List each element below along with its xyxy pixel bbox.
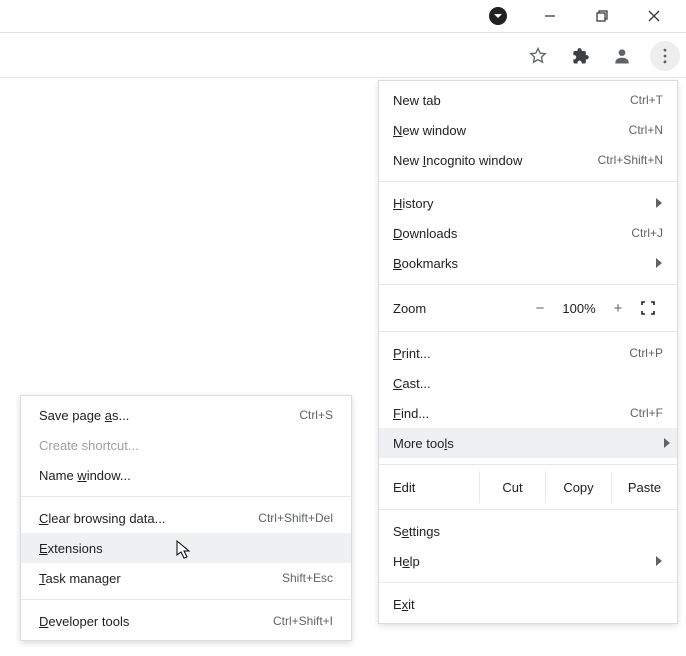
menu-separator	[379, 509, 677, 510]
menu-item-label: Extensions	[39, 541, 333, 556]
zoom-out-button[interactable]: −	[525, 295, 555, 321]
submenu-extensions[interactable]: Extensions	[21, 533, 351, 563]
menu-cast[interactable]: Cast...	[379, 368, 677, 398]
submenu-arrow-icon	[655, 256, 663, 271]
edit-cut-button[interactable]: Cut	[479, 471, 545, 503]
menu-separator	[379, 331, 677, 332]
edit-label: Edit	[379, 480, 479, 495]
menu-separator	[379, 181, 677, 182]
menu-item-label: Help	[393, 554, 647, 569]
submenu-name-window[interactable]: Name window...	[21, 460, 351, 490]
zoom-label: Zoom	[393, 301, 525, 316]
profile-avatar-icon[interactable]	[608, 42, 636, 70]
menu-zoom-row: Zoom − 100% +	[379, 291, 677, 325]
menu-new-tab[interactable]: New tab Ctrl+T	[379, 85, 677, 115]
minimize-button[interactable]	[536, 2, 564, 30]
edit-copy-button[interactable]: Copy	[545, 471, 611, 503]
menu-item-label: More tools	[393, 436, 663, 451]
menu-item-label: History	[393, 196, 647, 211]
zoom-value: 100%	[555, 301, 603, 316]
submenu-create-shortcut: Create shortcut...	[21, 430, 351, 460]
menu-item-label: New window	[393, 123, 629, 138]
menu-edit-row: Edit Cut Copy Paste	[379, 471, 677, 503]
chrome-main-menu: New tab Ctrl+T New window Ctrl+N New Inc…	[378, 80, 678, 624]
menu-item-label: Print...	[393, 346, 629, 361]
extensions-puzzle-icon[interactable]	[566, 42, 594, 70]
menu-item-label: Exit	[393, 597, 663, 612]
menu-exit[interactable]: Exit	[379, 589, 677, 619]
submenu-arrow-icon	[663, 436, 671, 451]
menu-separator	[379, 464, 677, 465]
menu-help[interactable]: Help	[379, 546, 677, 576]
menu-item-label: Task manager	[39, 571, 282, 586]
menu-separator	[21, 599, 351, 600]
restore-button[interactable]	[588, 2, 616, 30]
menu-item-shortcut: Ctrl+N	[629, 123, 663, 137]
menu-item-label: Settings	[393, 524, 663, 539]
menu-settings[interactable]: Settings	[379, 516, 677, 546]
submenu-arrow-icon	[655, 196, 663, 211]
menu-item-shortcut: Ctrl+J	[631, 226, 663, 240]
submenu-developer-tools[interactable]: Developer tools Ctrl+Shift+I	[21, 606, 351, 636]
zoom-in-button[interactable]: +	[603, 295, 633, 321]
submenu-arrow-icon	[655, 554, 663, 569]
submenu-save-page[interactable]: Save page as... Ctrl+S	[21, 400, 351, 430]
title-dropdown-icon[interactable]	[484, 2, 512, 30]
menu-item-label: Developer tools	[39, 614, 273, 629]
menu-item-label: Find...	[393, 406, 630, 421]
menu-item-label: Create shortcut...	[39, 438, 333, 453]
menu-item-shortcut: Ctrl+Shift+Del	[258, 511, 333, 525]
chrome-menu-button[interactable]	[650, 41, 680, 71]
edit-paste-button[interactable]: Paste	[611, 471, 677, 503]
menu-item-shortcut: Ctrl+T	[630, 93, 663, 107]
menu-item-label: Bookmarks	[393, 256, 647, 271]
fullscreen-button[interactable]	[633, 295, 663, 321]
menu-item-label: New Incognito window	[393, 153, 598, 168]
menu-item-label: Save page as...	[39, 408, 299, 423]
submenu-task-manager[interactable]: Task manager Shift+Esc	[21, 563, 351, 593]
menu-item-label: New tab	[393, 93, 630, 108]
menu-separator	[379, 582, 677, 583]
menu-item-shortcut: Ctrl+F	[630, 406, 663, 420]
menu-item-label: Cast...	[393, 376, 663, 391]
menu-find[interactable]: Find... Ctrl+F	[379, 398, 677, 428]
menu-separator	[379, 284, 677, 285]
menu-new-incognito[interactable]: New Incognito window Ctrl+Shift+N	[379, 145, 677, 175]
menu-print[interactable]: Print... Ctrl+P	[379, 338, 677, 368]
browser-toolbar	[0, 32, 686, 78]
menu-item-shortcut: Ctrl+P	[629, 346, 663, 360]
bookmark-star-icon[interactable]	[524, 42, 552, 70]
submenu-clear-browsing-data[interactable]: Clear browsing data... Ctrl+Shift+Del	[21, 503, 351, 533]
menu-history[interactable]: History	[379, 188, 677, 218]
menu-item-shortcut: Shift+Esc	[282, 571, 333, 585]
menu-item-shortcut: Ctrl+S	[299, 408, 333, 422]
menu-downloads[interactable]: Downloads Ctrl+J	[379, 218, 677, 248]
menu-item-shortcut: Ctrl+Shift+N	[598, 153, 663, 167]
menu-separator	[21, 496, 351, 497]
more-tools-submenu: Save page as... Ctrl+S Create shortcut..…	[20, 395, 352, 641]
menu-item-label: Name window...	[39, 468, 333, 483]
close-button[interactable]	[640, 2, 668, 30]
menu-bookmarks[interactable]: Bookmarks	[379, 248, 677, 278]
menu-item-shortcut: Ctrl+Shift+I	[273, 614, 333, 628]
menu-new-window[interactable]: New window Ctrl+N	[379, 115, 677, 145]
menu-item-label: Clear browsing data...	[39, 511, 258, 526]
menu-more-tools[interactable]: More tools	[379, 428, 677, 458]
menu-item-label: Downloads	[393, 226, 631, 241]
